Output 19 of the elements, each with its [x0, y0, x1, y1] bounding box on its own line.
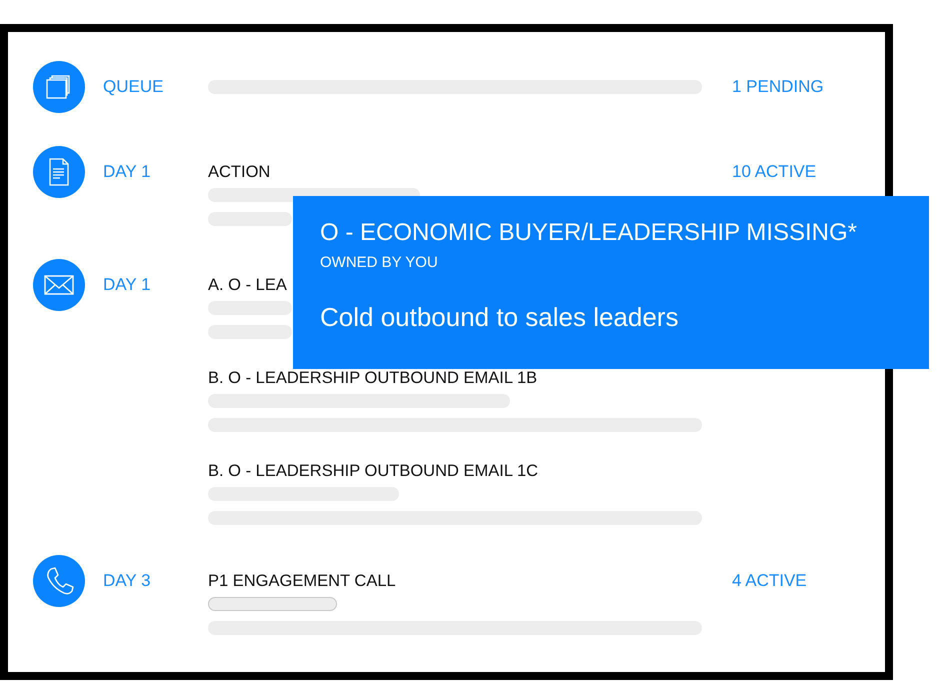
- step-title[interactable]: B. O - LEADERSHIP OUTBOUND EMAIL 1B: [208, 369, 538, 387]
- step-title[interactable]: B. O - LEADERSHIP OUTBOUND EMAIL 1C: [208, 462, 538, 480]
- status-count: 10 ACTIVE: [732, 162, 816, 181]
- popover-description: Cold outbound to sales leaders: [320, 301, 678, 333]
- status-count: 1 PENDING: [732, 77, 824, 96]
- popover-title: O - ECONOMIC BUYER/LEADERSHIP MISSING*: [320, 218, 857, 248]
- step-label: QUEUE: [103, 77, 164, 96]
- status-count: 4 ACTIVE: [732, 571, 807, 590]
- owner-label: OWNED BY YOU: [320, 254, 438, 272]
- step-title[interactable]: A. O - LEA: [208, 276, 287, 294]
- step-label: DAY 3: [103, 571, 151, 590]
- step-label: DAY 1: [103, 162, 151, 181]
- cards-icon: [33, 61, 85, 113]
- step-title[interactable]: ACTION: [208, 163, 270, 181]
- mail-icon: [33, 259, 85, 311]
- step-title[interactable]: P1 ENGAGEMENT CALL: [208, 572, 396, 590]
- phone-icon: [33, 555, 85, 607]
- document-icon: [33, 146, 85, 198]
- step-label: DAY 1: [103, 275, 151, 294]
